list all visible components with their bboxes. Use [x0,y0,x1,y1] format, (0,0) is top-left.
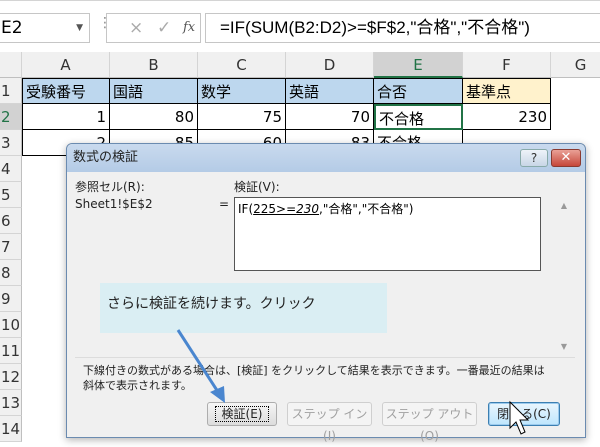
annotation-overlay [176,329,530,435]
arrow-icon [176,329,225,403]
mouse-cursor-icon [509,400,530,435]
